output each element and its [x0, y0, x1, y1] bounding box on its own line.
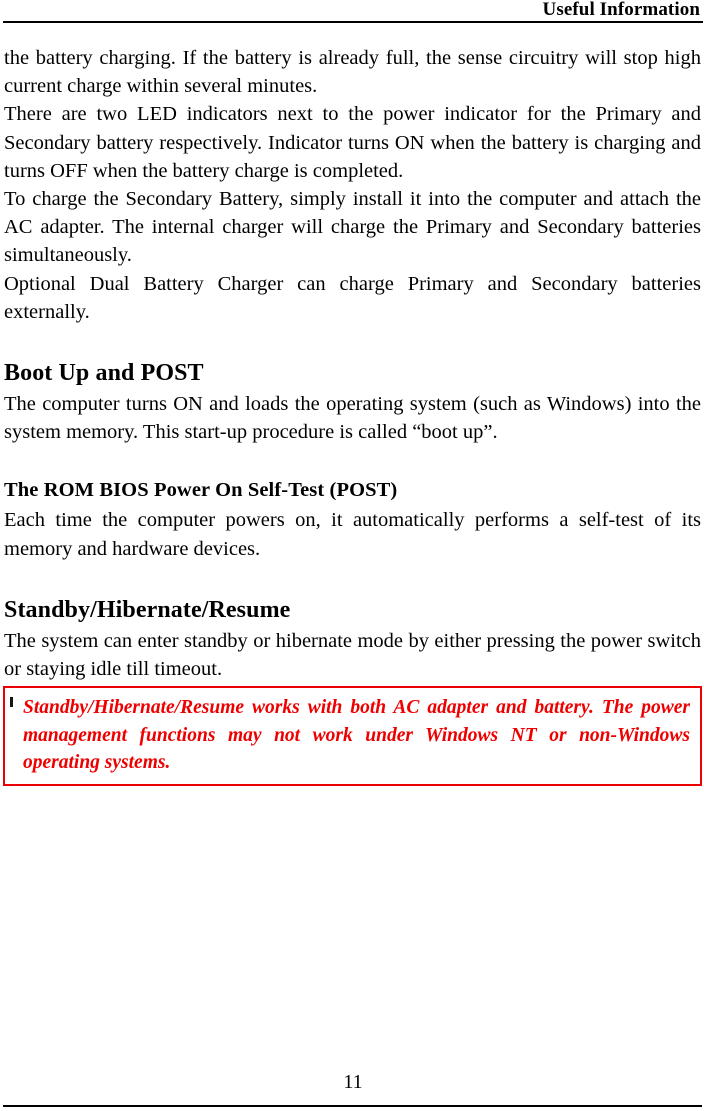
document-page: Useful Information the battery charging.… [0, 0, 704, 1111]
paragraph-secondary-battery: To charge the Secondary Battery, simply … [4, 188, 701, 267]
paragraph-led-indicators: There are two LED indicators next to the… [4, 103, 701, 182]
subheading-rom-bios-post: The ROM BIOS Power On Self-Test (POST) [4, 479, 398, 502]
paragraph-dual-battery-charger: Optional Dual Battery Charger can charge… [4, 272, 701, 323]
paragraph-self-test: Each time the computer powers on, it aut… [4, 509, 701, 560]
footer-divider [3, 1105, 702, 1107]
page-header: Useful Information [3, 0, 703, 24]
header-title: Useful Information [542, 0, 700, 20]
paragraph-battery-charging: the battery charging. If the battery is … [4, 47, 701, 98]
page-content: the battery charging. If the battery is … [3, 44, 702, 786]
heading-boot-up-and-post: Boot Up and POST [4, 360, 204, 387]
note-bullet-icon [10, 697, 13, 708]
note-callout-box: Standby/Hibernate/Resume works with both… [3, 686, 702, 786]
heading-standby-hibernate-resume: Standby/Hibernate/Resume [4, 596, 291, 623]
note-callout-text: Standby/Hibernate/Resume works with both… [23, 697, 690, 774]
page-number: 11 [343, 1071, 363, 1093]
header-divider [3, 21, 703, 23]
paragraph-boot-up: The computer turns ON and loads the oper… [4, 393, 701, 444]
page-footer: 11 [0, 1070, 704, 1111]
paragraph-standby-mode: The system can enter standby or hibernat… [4, 629, 701, 681]
